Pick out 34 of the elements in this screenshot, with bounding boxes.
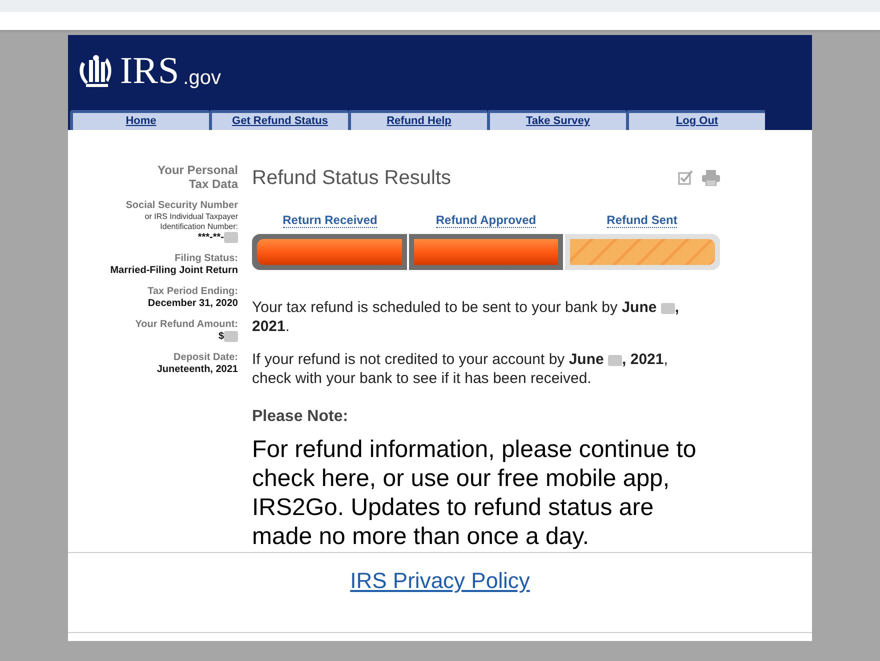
field-value: ***-**- xyxy=(198,232,238,244)
page-title: Refund Status Results xyxy=(252,166,451,191)
field-label: Tax Period Ending: xyxy=(148,286,238,298)
field-label: Filing Status: xyxy=(174,253,238,266)
field-sublabel: or IRS Individual Taxpayer Identification Number: xyxy=(144,212,238,232)
print-icon[interactable] xyxy=(702,170,720,186)
step-link[interactable]: Refund Approved xyxy=(436,213,536,228)
nav-tab[interactable]: Get Refund Status xyxy=(209,110,348,130)
nav-tab[interactable]: Log Out xyxy=(626,110,765,130)
nav-tab[interactable]: Home xyxy=(70,110,209,130)
field-value: December 31, 2020 xyxy=(148,298,238,310)
field-value: Married-Filing Joint Return xyxy=(110,265,238,278)
field-label: Your Refund Amount: xyxy=(135,319,238,332)
field-value: Juneteenth, 2021 xyxy=(156,364,238,376)
site-logo-suffix[interactable]: .gov xyxy=(183,68,221,88)
redaction xyxy=(224,232,238,243)
redaction xyxy=(660,302,675,314)
nav-tab[interactable]: Refund Help xyxy=(348,110,487,130)
privacy-policy-link[interactable]: IRS Privacy Policy xyxy=(350,564,530,592)
note-text: For refund information, please continue to check here, or use our free mobile app, IRS2Go. Updates to refund status are made no more than once a day. xyxy=(252,435,698,551)
site-logo-text[interactable]: IRS xyxy=(120,52,180,90)
status-message: If your refund is not credited to your account by June , 2021, check with your bank to see if it has been received. xyxy=(252,350,669,388)
status-message: Your tax refund is scheduled to be sent to your bank by June , 2021. xyxy=(252,298,680,336)
field-value: $ xyxy=(218,331,238,344)
redaction xyxy=(224,331,238,342)
sidebar-title: Your Personal Tax Data xyxy=(156,163,238,191)
step-link[interactable]: Refund Sent xyxy=(606,213,678,228)
nav-tab[interactable]: Take Survey xyxy=(487,110,626,130)
note-heading: Please Note: xyxy=(252,407,350,427)
field-label: Deposit Date: xyxy=(174,352,238,364)
checkbox-icon[interactable] xyxy=(678,170,694,186)
redaction xyxy=(608,354,622,366)
step-link[interactable]: Return Received xyxy=(282,213,378,228)
field-label: Social Security Number xyxy=(126,200,238,212)
